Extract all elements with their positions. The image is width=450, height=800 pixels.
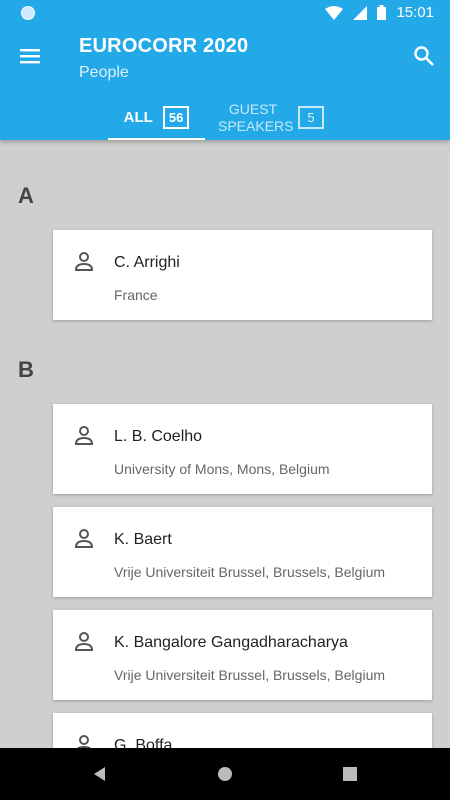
person-name: K. Bangalore Gangadharacharya	[114, 634, 348, 651]
person-icon	[74, 632, 94, 651]
back-icon[interactable]	[90, 764, 110, 784]
person-icon	[74, 426, 94, 445]
section-header-b: B	[18, 357, 34, 382]
person-affiliation: France	[114, 287, 158, 303]
notification-dot-icon	[21, 6, 35, 20]
section-header-a: A	[18, 183, 34, 208]
person-name: C. Arrighi	[114, 254, 180, 271]
signal-icon	[353, 5, 368, 20]
person-card[interactable]: G. Boffa	[53, 713, 432, 748]
tab-all-label: ALL	[123, 109, 153, 126]
search-button[interactable]	[413, 45, 435, 67]
menu-button[interactable]	[18, 45, 44, 67]
tab-guest-speakers-count-badge: 5	[298, 106, 324, 129]
people-list[interactable]: A C. Arrighi France B L. B. Coelho Unive…	[0, 140, 450, 748]
person-affiliation: University of Mons, Mons, Belgium	[114, 461, 330, 477]
recents-icon[interactable]	[340, 764, 360, 784]
status-time: 15:01	[396, 4, 434, 21]
person-card[interactable]: L. B. Coelho University of Mons, Mons, B…	[53, 404, 432, 494]
tab-guest-speakers[interactable]: GUEST SPEAKERS 5	[218, 95, 338, 140]
person-card[interactable]: C. Arrighi France	[53, 230, 432, 320]
tab-all[interactable]: ALL 56	[108, 95, 205, 140]
person-icon	[74, 529, 94, 548]
person-icon	[74, 252, 94, 271]
app-bar: 15:01 EUROCORR 2020 People ALL 56 GUEST …	[0, 0, 450, 140]
tab-all-count-badge: 56	[162, 106, 190, 129]
wifi-icon	[325, 5, 344, 20]
menu-icon	[20, 49, 40, 64]
person-name: L. B. Coelho	[114, 428, 203, 445]
person-icon	[77, 735, 91, 748]
page-subtitle: People	[79, 64, 129, 81]
person-affiliation: Vrije Universiteit Brussel, Brussels, Be…	[114, 564, 386, 580]
person-card[interactable]: K. Bangalore Gangadharacharya Vrije Univ…	[53, 610, 432, 700]
tab-guest-speakers-label: GUEST SPEAKERS	[218, 100, 294, 134]
tab-selected-indicator	[108, 138, 205, 140]
page-title: EUROCORR 2020	[79, 35, 249, 57]
search-icon	[414, 46, 434, 66]
system-nav-bar	[0, 748, 450, 800]
status-bar: 15:01	[0, 0, 450, 28]
person-name: K. Baert	[114, 531, 172, 548]
home-icon[interactable]	[215, 764, 235, 784]
person-affiliation: Vrije Universiteit Brussel, Brussels, Be…	[114, 667, 386, 683]
person-card[interactable]: K. Baert Vrije Universiteit Brussel, Bru…	[53, 507, 432, 597]
tab-bar: ALL 56 GUEST SPEAKERS 5	[0, 95, 450, 140]
battery-icon	[377, 5, 387, 20]
person-name: G. Boffa	[114, 737, 173, 748]
